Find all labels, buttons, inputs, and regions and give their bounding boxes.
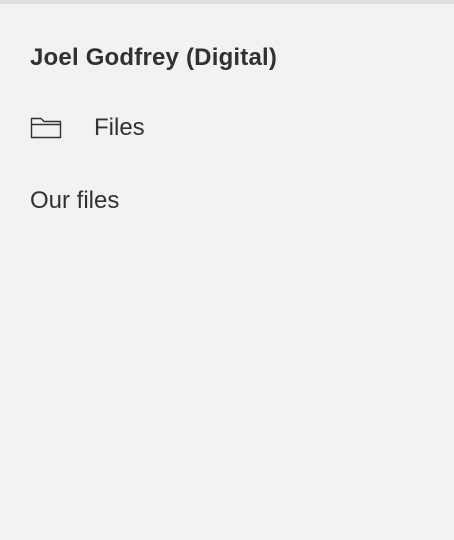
sidebar-heading: Joel Godfrey (Digital): [30, 44, 278, 71]
sidebar-item-label: Files: [94, 114, 145, 141]
our-files-link[interactable]: Our files: [30, 187, 119, 215]
sidebar-panel: Joel Godfrey (Digital) Files Our files: [0, 4, 454, 540]
folder-icon: [30, 116, 62, 140]
sidebar-item-files[interactable]: Files: [30, 112, 145, 144]
